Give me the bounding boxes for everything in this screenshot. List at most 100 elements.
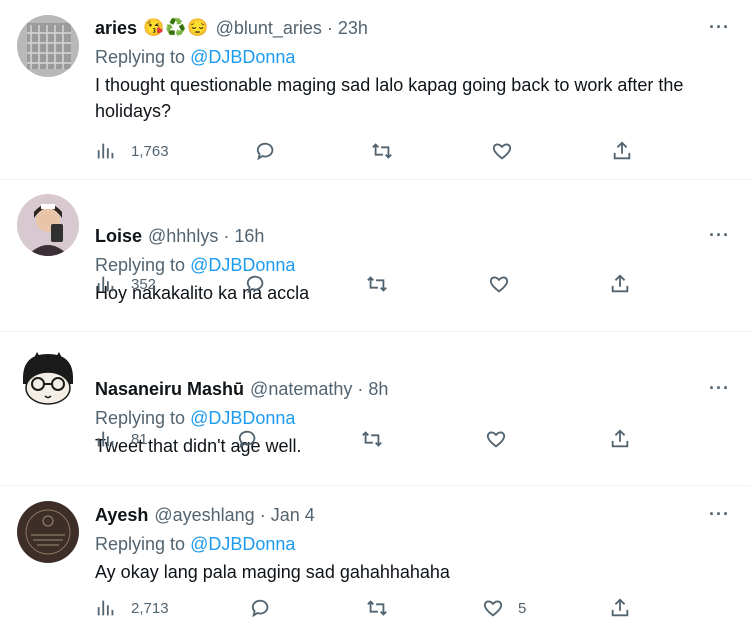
user-handle[interactable]: @natemathy xyxy=(250,379,352,400)
tweet-header: aries 😘♻️😔 @blunt_aries · 23h xyxy=(95,15,730,41)
reply-button[interactable] xyxy=(245,273,267,295)
action-bar: 352 xyxy=(95,273,655,297)
retweet-icon xyxy=(367,600,387,616)
views-button[interactable]: 1,763 xyxy=(95,140,169,162)
share-button[interactable] xyxy=(609,597,631,619)
name-emoji: 😘♻️😔 xyxy=(143,18,210,37)
views-button[interactable]: 81 xyxy=(95,428,148,450)
views-count: 352 xyxy=(131,275,157,293)
reply-button[interactable] xyxy=(250,597,272,619)
like-icon xyxy=(492,143,512,160)
retweet-icon xyxy=(372,143,392,159)
timestamp[interactable]: 8h xyxy=(368,379,388,400)
timestamp[interactable]: 16h xyxy=(234,226,264,247)
avatar[interactable] xyxy=(17,348,79,410)
views-icon xyxy=(97,276,114,292)
display-name[interactable]: Loise xyxy=(95,226,142,247)
like-icon xyxy=(483,600,503,617)
like-button[interactable] xyxy=(488,273,524,295)
reply-icon xyxy=(246,275,264,294)
display-name[interactable]: Ayesh xyxy=(95,505,148,526)
separator: · xyxy=(223,225,230,246)
user-handle[interactable]: @blunt_aries xyxy=(216,18,322,39)
retweet-button[interactable] xyxy=(361,428,383,450)
like-icon xyxy=(486,431,506,448)
more-icon[interactable]: ··· xyxy=(709,504,730,525)
retweet-button[interactable] xyxy=(371,140,393,162)
tweet[interactable]: Ayesh @ayeshlang · Jan 4 ··· Replying to… xyxy=(0,486,750,633)
views-icon xyxy=(97,431,114,447)
reply-icon xyxy=(256,142,274,161)
avatar[interactable] xyxy=(17,194,79,256)
timestamp[interactable]: Jan 4 xyxy=(271,505,315,526)
replying-prefix: Replying to xyxy=(95,408,186,428)
avatar-image xyxy=(17,194,79,256)
reply-button[interactable] xyxy=(237,428,259,450)
reply-icon xyxy=(251,599,269,618)
replying-to: Replying to @DJBDonna xyxy=(95,531,730,557)
reply-button[interactable] xyxy=(255,140,277,162)
share-icon xyxy=(611,274,629,293)
user-handle[interactable]: @hhhlys xyxy=(148,226,218,247)
mention-link[interactable]: @DJBDonna xyxy=(190,47,295,67)
share-icon xyxy=(611,598,629,617)
action-bar: 1,763 xyxy=(95,140,655,164)
views-count: 1,763 xyxy=(131,142,169,160)
retweet-button[interactable] xyxy=(366,597,388,619)
tweet[interactable]: Loise @hhhlys · 16h ··· Replying to @DJB… xyxy=(0,180,750,332)
separator: · xyxy=(259,504,266,525)
share-button[interactable] xyxy=(611,140,633,162)
replying-prefix: Replying to xyxy=(95,47,186,67)
share-button[interactable] xyxy=(609,273,631,295)
views-icon xyxy=(97,143,114,159)
display-name[interactable]: aries xyxy=(95,18,137,39)
replying-prefix: Replying to xyxy=(95,255,186,275)
likes-count: 5 xyxy=(518,599,527,617)
replying-prefix: Replying to xyxy=(95,534,186,554)
retweet-icon xyxy=(367,276,387,292)
like-button[interactable]: 5 xyxy=(482,597,526,619)
views-count: 81 xyxy=(131,430,148,448)
tweet[interactable]: Nasaneiru Mashū @natemathy · 8h ··· Repl… xyxy=(0,332,750,486)
avatar[interactable] xyxy=(17,501,79,563)
separator: · xyxy=(326,17,333,38)
avatar[interactable] xyxy=(17,15,79,77)
tweet[interactable]: aries 😘♻️😔 @blunt_aries · 23h ··· Replyi… xyxy=(0,0,750,180)
tweet-header: Nasaneiru Mashū @natemathy · 8h xyxy=(95,376,730,402)
mention-link[interactable]: @DJBDonna xyxy=(190,255,295,275)
more-icon[interactable]: ··· xyxy=(709,17,730,38)
display-name[interactable]: Nasaneiru Mashū xyxy=(95,379,244,400)
views-button[interactable]: 2,713 xyxy=(95,597,169,619)
views-count: 2,713 xyxy=(131,599,169,617)
reply-icon xyxy=(238,430,256,449)
tweet-text: Ay okay lang pala maging sad gahahhahaha xyxy=(95,562,450,582)
views-button[interactable]: 352 xyxy=(95,273,156,295)
tweet-header: Loise @hhhlys · 16h xyxy=(95,223,730,249)
action-bar: 2,713 5 xyxy=(95,597,655,621)
timestamp[interactable]: 23h xyxy=(338,18,368,39)
mention-link[interactable]: @DJBDonna xyxy=(190,408,295,428)
share-icon xyxy=(611,429,629,448)
tweet-content: aries 😘♻️😔 @blunt_aries · 23h ··· Replyi… xyxy=(95,15,730,124)
separator: · xyxy=(357,378,364,399)
retweet-icon xyxy=(362,431,382,447)
more-icon[interactable]: ··· xyxy=(709,225,730,246)
replying-to: Replying to @DJBDonna xyxy=(95,44,730,70)
avatar-image xyxy=(17,15,79,77)
like-icon xyxy=(489,276,509,293)
more-icon[interactable]: ··· xyxy=(709,378,730,399)
like-button[interactable] xyxy=(491,140,527,162)
action-bar: 81 xyxy=(95,428,655,452)
views-icon xyxy=(97,600,114,616)
mention-link[interactable]: @DJBDonna xyxy=(190,534,295,554)
avatar-image xyxy=(17,501,79,563)
share-button[interactable] xyxy=(609,428,631,450)
user-handle[interactable]: @ayeshlang xyxy=(154,505,254,526)
like-button[interactable] xyxy=(485,428,521,450)
share-icon xyxy=(613,141,631,160)
tweet-content: Ayesh @ayeshlang · Jan 4 ··· Replying to… xyxy=(95,502,730,585)
tweet-text: I thought questionable maging sad lalo k… xyxy=(95,75,684,121)
avatar-image xyxy=(17,348,79,410)
tweet-header: Ayesh @ayeshlang · Jan 4 xyxy=(95,502,730,528)
retweet-button[interactable] xyxy=(366,273,388,295)
